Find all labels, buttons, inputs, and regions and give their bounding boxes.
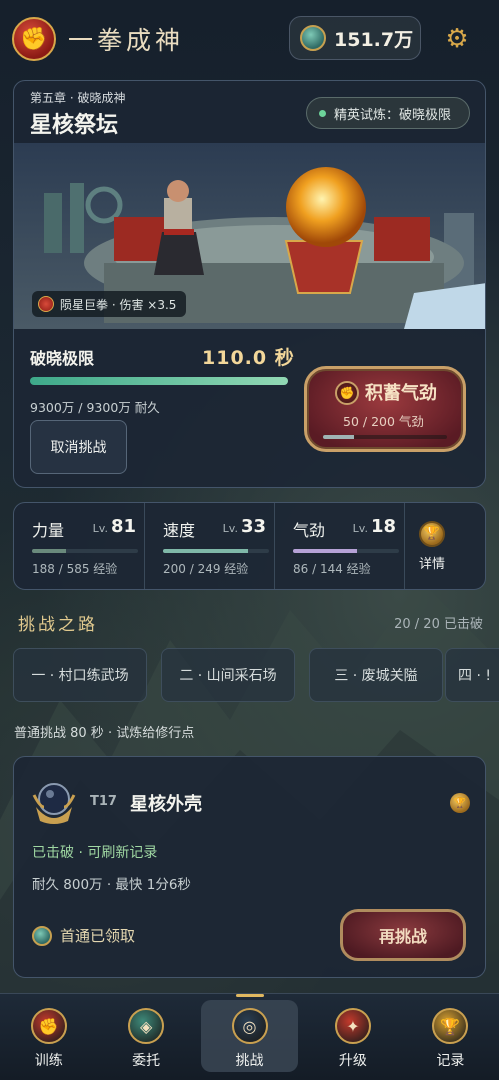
elite-trial-label: 精英试炼：破晓极限 bbox=[334, 107, 452, 123]
weapon-tag: 陨星巨拳 · 伤害 ×3.5 bbox=[32, 291, 187, 317]
nav-train[interactable]: ✊ 训练 bbox=[0, 994, 97, 1080]
status-dot-icon bbox=[319, 109, 326, 117]
first-clear-label: 首通已领取 bbox=[60, 927, 136, 945]
settings-gear-icon[interactable]: ⚙ bbox=[440, 22, 474, 56]
boss-hp-bar bbox=[30, 377, 288, 385]
rechallenge-button[interactable]: 再挑战 bbox=[340, 909, 466, 961]
boss-hp-text: 9300万 / 9300万 耐久 bbox=[30, 400, 160, 415]
stage-title: 星核祭坛 bbox=[30, 113, 119, 138]
details-label: 详情 bbox=[418, 556, 445, 572]
jade-coin-icon: ◈ bbox=[128, 1008, 165, 1044]
nav-label: 挑战 bbox=[235, 1053, 264, 1069]
charge-qi-label: 积蓄气劲 bbox=[365, 383, 437, 404]
flame-icon: ✦ bbox=[334, 1008, 371, 1044]
charge-qi-fill bbox=[323, 435, 354, 439]
fist-logo-icon: ✊ bbox=[12, 17, 56, 61]
stat-exp-text: 200 / 249 经验 bbox=[163, 562, 249, 576]
nav-label: 记录 bbox=[436, 1053, 465, 1069]
top-bar: ✊ 一拳成神 151.7万 ⚙ bbox=[0, 0, 499, 78]
stage-card: 第五章 · 破晓成神 星核祭坛 精英试炼：破晓极限 陨星巨拳 · 伤害 ×3.5… bbox=[13, 80, 486, 488]
stat-strength[interactable]: 力量 Lv. 81 188 / 585 经验 bbox=[14, 503, 144, 589]
nav-upgrade[interactable]: ✦ 升级 bbox=[304, 994, 401, 1080]
stat-exp-bar bbox=[293, 549, 399, 553]
nav-label: 升级 bbox=[338, 1053, 367, 1069]
chapter-label: 第五章 · 破晓成神 bbox=[30, 91, 126, 105]
charge-qi-bar bbox=[323, 435, 447, 439]
fist-icon: ✊ bbox=[335, 381, 359, 405]
boss-hp-fill bbox=[30, 377, 288, 385]
stat-speed[interactable]: 速度 Lv. 33 200 / 249 经验 bbox=[144, 503, 274, 589]
stat-exp-fill bbox=[32, 549, 66, 553]
first-clear-reward: 首通已领取 bbox=[32, 925, 135, 946]
stat-exp-bar bbox=[163, 549, 269, 553]
road-tab-2[interactable]: 二 · 山间采石场 bbox=[161, 648, 295, 702]
details-button[interactable]: 🏆 详情 bbox=[404, 503, 459, 589]
stat-level: Lv. 33 bbox=[222, 516, 266, 537]
bottom-nav: ✊ 训练 ◈ 委托 ◎ 挑战 ✦ 升级 🏆 记录 bbox=[0, 993, 499, 1080]
road-tab-1[interactable]: 一 · 村口练武场 bbox=[13, 648, 147, 702]
road-progress-count: 20 / 20 已击破 bbox=[394, 617, 483, 632]
jade-coin-icon bbox=[300, 25, 326, 51]
trophy-icon: 🏆 bbox=[450, 793, 470, 813]
stat-qi[interactable]: 气劲 Lv. 18 86 / 144 经验 bbox=[274, 503, 404, 589]
nav-label: 训练 bbox=[34, 1053, 63, 1069]
currency-display[interactable]: 151.7万 bbox=[289, 16, 421, 60]
road-tab-3[interactable]: 三 · 废城关隘 bbox=[309, 648, 443, 702]
elite-trial-badge[interactable]: 精英试炼：破晓极限 bbox=[306, 97, 470, 129]
cancel-challenge-button[interactable]: 取消挑战 bbox=[30, 420, 127, 474]
trophy-icon: 🏆 bbox=[432, 1008, 469, 1044]
challenge-meta: 耐久 800万 · 最快 1分6秒 bbox=[32, 877, 191, 893]
nav-commission[interactable]: ◈ 委托 bbox=[97, 994, 194, 1080]
jade-coin-icon bbox=[32, 925, 52, 946]
road-title: 挑战之路 bbox=[18, 615, 98, 635]
fist-icon: ✊ bbox=[30, 1008, 67, 1044]
nav-records[interactable]: 🏆 记录 bbox=[402, 994, 499, 1080]
boss-name: 破晓极限 bbox=[30, 349, 95, 368]
stat-level: Lv. 81 bbox=[92, 516, 136, 537]
challenge-tier: T17 bbox=[90, 794, 117, 809]
charge-qi-button[interactable]: ✊ 积蓄气劲 50 / 200 气劲 bbox=[304, 366, 466, 452]
challenge-card[interactable]: T17 星核外壳 🏆 已击破 · 可刷新记录 耐久 800万 · 最快 1分6秒… bbox=[13, 756, 486, 978]
stat-exp-fill bbox=[163, 549, 248, 553]
trophy-icon: 🏆 bbox=[419, 520, 445, 547]
target-icon: ◎ bbox=[231, 1008, 268, 1044]
charge-qi-progress: 50 / 200 气劲 bbox=[343, 414, 424, 429]
stat-exp-fill bbox=[293, 549, 357, 553]
stat-level: Lv. 18 bbox=[352, 516, 396, 537]
fist-icon bbox=[38, 296, 54, 312]
star-core-orb-icon bbox=[32, 783, 76, 824]
stats-card: 力量 Lv. 81 188 / 585 经验 速度 Lv. 33 200 / 249… bbox=[13, 502, 486, 590]
currency-value: 151.7万 bbox=[334, 28, 414, 51]
stat-exp-bar bbox=[32, 549, 138, 553]
road-tab-4[interactable]: 四 · ! bbox=[445, 648, 499, 702]
nav-challenge[interactable]: ◎ 挑战 bbox=[200, 994, 299, 1072]
road-tabs: 一 · 村口练武场 二 · 山间采石场 三 · 废城关隘 四 · ! bbox=[13, 648, 499, 702]
boss-timer: 110.0 秒 bbox=[202, 347, 295, 369]
challenge-status: 已击破 · 可刷新记录 bbox=[32, 845, 158, 861]
nav-label: 委托 bbox=[132, 1053, 161, 1069]
road-note: 普通挑战 80 秒 · 试炼给修行点 bbox=[14, 726, 195, 741]
weapon-tag-label: 陨星巨拳 · 伤害 ×3.5 bbox=[60, 297, 177, 312]
challenge-name: 星核外壳 bbox=[130, 794, 202, 815]
app-title: 一拳成神 bbox=[68, 26, 185, 55]
stat-exp-text: 86 / 144 经验 bbox=[293, 562, 371, 576]
stat-exp-text: 188 / 585 经验 bbox=[32, 562, 118, 576]
